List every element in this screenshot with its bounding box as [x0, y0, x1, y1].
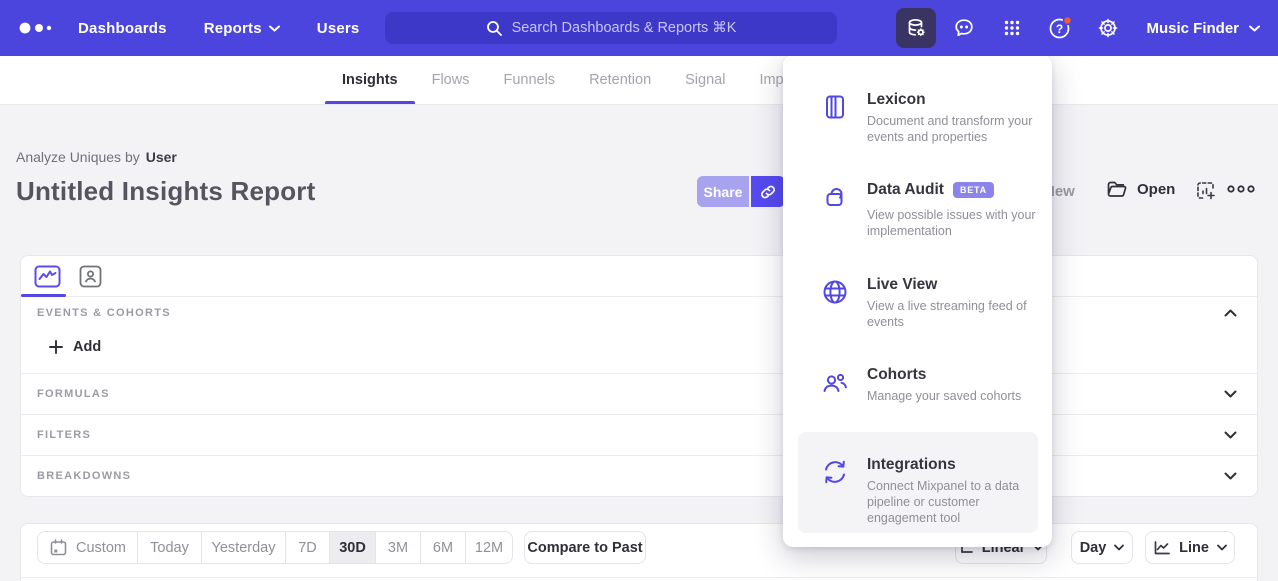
menu-item-integrations[interactable]: Integrations Connect Mixpanel to a data …	[798, 432, 1038, 533]
gear-icon	[1096, 16, 1120, 40]
apps-grid-button[interactable]	[992, 8, 1032, 48]
globe-icon	[821, 278, 849, 306]
range-7d-button[interactable]: 7D	[286, 532, 330, 563]
chevron-down-icon	[1114, 544, 1124, 551]
report-tabbar: Insights Flows Funnels Retention Signal …	[0, 56, 1278, 105]
add-event-button[interactable]: Add	[49, 339, 101, 355]
stamp-icon	[821, 183, 849, 211]
range-3m-button[interactable]: 3M	[376, 532, 421, 563]
project-name: Music Finder	[1146, 20, 1239, 37]
mixpanel-logo-icon[interactable]	[18, 20, 54, 36]
people-icon	[821, 368, 849, 396]
menu-item-lexicon[interactable]: Lexicon Document and transform your even…	[798, 91, 1038, 145]
chart-toolbar-panel: Custom Today Yesterday 7D 30D 3M 6M 12M …	[20, 523, 1258, 581]
range-12m-button[interactable]: 12M	[466, 532, 512, 563]
menu-item-cohorts[interactable]: Cohorts Manage your saved cohorts	[798, 366, 1038, 404]
expand-filters-button[interactable]	[1224, 431, 1237, 439]
menu-item-data-audit[interactable]: Data Audit BETA View possible issues wit…	[798, 181, 1038, 239]
section-label-formulas: FORMULAS	[37, 388, 110, 400]
copy-link-button[interactable]	[751, 176, 785, 207]
metrics-view-tab[interactable]	[34, 265, 61, 288]
svg-text:?: ?	[1056, 22, 1063, 36]
expand-formulas-button[interactable]	[1224, 390, 1237, 398]
filters-section[interactable]: FILTERS	[21, 414, 1257, 455]
chevron-down-icon	[1249, 25, 1260, 32]
folder-icon	[1106, 179, 1128, 199]
book-icon	[821, 93, 849, 121]
tab-signal[interactable]: Signal	[668, 56, 742, 104]
tab-flows[interactable]: Flows	[415, 56, 487, 104]
collapse-events-button[interactable]	[1224, 309, 1237, 317]
user-tab-icon	[79, 265, 102, 288]
menu-item-live-view[interactable]: Live View View a live streaming feed of …	[798, 276, 1038, 330]
range-yesterday-button[interactable]: Yesterday	[202, 532, 286, 563]
settings-button[interactable]	[1088, 8, 1128, 48]
search-icon	[486, 20, 503, 37]
tab-funnels[interactable]: Funnels	[486, 56, 572, 104]
feedback-button[interactable]	[944, 8, 984, 48]
range-custom-button[interactable]: Custom	[38, 532, 138, 563]
database-gear-icon	[904, 16, 928, 40]
users-view-tab[interactable]	[79, 265, 102, 288]
chat-bubble-icon	[952, 16, 976, 40]
breakdowns-section[interactable]: BREAKDOWNS	[21, 455, 1257, 496]
date-range-segmented-control: Custom Today Yesterday 7D 30D 3M 6M 12M	[37, 531, 513, 564]
chevron-up-icon	[1224, 309, 1237, 317]
open-report-button[interactable]: Open	[1106, 179, 1175, 199]
section-label-events: EVENTS & COHORTS	[37, 307, 171, 319]
data-management-button[interactable]	[896, 8, 936, 48]
builder-view-tabs	[21, 256, 1257, 297]
help-button[interactable]: ?	[1040, 8, 1080, 48]
nav-reports[interactable]: Reports	[204, 20, 280, 37]
section-label-breakdowns: BREAKDOWNS	[37, 470, 131, 482]
line-chart-icon	[1153, 540, 1171, 556]
section-label-filters: FILTERS	[37, 429, 91, 441]
search-input[interactable]: Search Dashboards & Reports ⌘K	[385, 12, 837, 44]
data-management-dropdown: Lexicon Document and transform your even…	[783, 55, 1052, 547]
expand-breakdowns-button[interactable]	[1224, 472, 1237, 480]
beta-badge: BETA	[953, 182, 994, 198]
chart-type-select[interactable]: Line	[1145, 531, 1235, 564]
calendar-icon	[49, 538, 68, 557]
report-subtitle: Analyze Uniques byUser	[16, 149, 177, 165]
chevron-down-icon	[1224, 472, 1237, 480]
ellipsis-icon	[1226, 184, 1256, 194]
chevron-down-icon	[1224, 431, 1237, 439]
more-options-button[interactable]	[1226, 184, 1256, 194]
formulas-section[interactable]: FORMULAS	[21, 373, 1257, 414]
top-navbar: Dashboards Reports Users Search Dashboar…	[0, 0, 1278, 56]
share-button[interactable]: Share	[697, 176, 749, 207]
page-title[interactable]: Untitled Insights Report	[16, 176, 315, 207]
chevron-down-icon	[1224, 390, 1237, 398]
chevron-down-icon	[1217, 544, 1227, 551]
grid-dots-icon	[1000, 16, 1024, 40]
app-window: Dashboards Reports Users Search Dashboar…	[0, 0, 1278, 581]
range-6m-button[interactable]: 6M	[421, 532, 466, 563]
interval-select[interactable]: Day	[1071, 531, 1133, 564]
events-cohorts-section: EVENTS & COHORTS Add	[21, 297, 1257, 373]
plus-icon	[49, 340, 63, 354]
add-to-dashboard-button[interactable]	[1195, 180, 1217, 202]
search-placeholder: Search Dashboards & Reports ⌘K	[512, 20, 737, 36]
analysis-entity[interactable]: User	[146, 149, 177, 165]
notification-dot	[1064, 17, 1072, 25]
compare-to-past-button[interactable]: Compare to Past	[524, 531, 646, 564]
chevron-down-icon	[269, 25, 280, 32]
link-icon	[759, 183, 777, 201]
help-question-icon: ?	[1047, 15, 1073, 41]
add-to-dashboard-icon	[1195, 180, 1217, 202]
nav-users[interactable]: Users	[317, 20, 360, 37]
range-30d-button[interactable]: 30D	[330, 532, 376, 563]
range-today-button[interactable]: Today	[138, 532, 202, 563]
sync-icon	[821, 458, 849, 486]
nav-dashboards[interactable]: Dashboards	[78, 20, 167, 37]
query-builder-panel: EVENTS & COHORTS Add FORMULAS FILTERS BR…	[20, 255, 1258, 497]
line-chart-tab-icon	[34, 265, 61, 288]
tab-retention[interactable]: Retention	[572, 56, 668, 104]
tab-insights[interactable]: Insights	[325, 56, 415, 104]
project-switcher[interactable]: Music Finder	[1146, 0, 1260, 56]
